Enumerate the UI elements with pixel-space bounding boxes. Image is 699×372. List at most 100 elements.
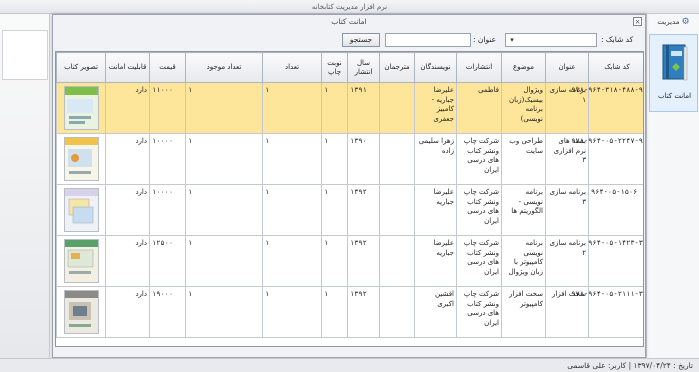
cell-isbn: ۹۷۸-۹۶۴-۳۱۸-۴۸۸-۹ — [571, 82, 643, 134]
book-cover-image — [63, 290, 99, 334]
table-row[interactable]: ۹۷۸-۹۶۴-۳۱۸-۴۸۸-۹ برنامه سازی ۱ ویژوال ب… — [56, 82, 643, 134]
cell-publisher: شرکت چاپ ونشر کتاب های درسی ایران — [456, 286, 502, 338]
cell-available: ۱ — [185, 133, 263, 185]
search-bar: کد شابک : ▾ عنوان : جستجو — [53, 31, 645, 49]
cell-subject: برنامه نویسی کامپیوتر با زبان ویژوال — [501, 235, 546, 287]
cell-cover — [56, 82, 106, 134]
book-lending-label: امانت کتاب — [657, 92, 692, 100]
cell-count: ۱ — [262, 82, 322, 134]
col-header-available[interactable]: تعداد موجود — [185, 52, 263, 83]
cell-publisher: شرکت چاپ ونشر کتاب های درسی ایران — [456, 184, 502, 236]
table-header-row: کد شابک عنوان موضوع انتشارات نویسندگان م… — [56, 52, 643, 83]
cell-isbn: ۹۶۴-۰۵-۱۴۲۳-۳ — [588, 235, 643, 287]
table-row[interactable]: ۹۷۸-۹۶۴-۰۵-۲۲۴۷-۹ بسته های نرم افزاری ۳ … — [56, 133, 643, 185]
cell-subject: برنامه نویسی - الگوریتم ها — [501, 184, 546, 236]
cell-cover — [56, 133, 106, 185]
cell-isbn: ۹۶۴-۰۵-۱۵۰۶ — [588, 184, 643, 236]
col-header-cover[interactable]: تصویر کتاب — [56, 52, 106, 83]
cell-lendable: دارد — [105, 82, 150, 134]
isbn-combo[interactable]: ▾ — [505, 33, 597, 47]
cell-cover — [56, 184, 106, 236]
book-cover-image — [63, 137, 99, 181]
cell-count: ۱ — [262, 286, 322, 338]
cell-translators — [379, 184, 415, 236]
cell-cover — [56, 286, 106, 338]
status-bar: تاریخ : ۱۳۹۷/۰۴/۲۴ | کاربر: علی قاسمی — [0, 358, 699, 372]
cell-authors: افشین اکبری — [414, 286, 457, 338]
cell-authors: علیرضا جباریه — [414, 184, 457, 236]
cell-year: ۱۳۹۰ — [347, 133, 380, 185]
cell-lendable: دارد — [105, 286, 150, 338]
cell-cover — [56, 235, 106, 287]
chevron-down-icon: ▾ — [510, 36, 514, 44]
cell-edition: ۱ — [321, 286, 348, 338]
col-header-price[interactable]: قیمت — [149, 52, 186, 83]
cell-publisher: شرکت چاپ ونشر کتاب های درسی ایران — [456, 133, 502, 185]
cell-edition: ۱ — [321, 184, 348, 236]
title-search-input[interactable] — [385, 33, 471, 47]
book-lending-dialog: امانت کتاب × کد شابک : ▾ عنوان : جستجو ک… — [52, 14, 646, 358]
close-icon[interactable]: × — [633, 17, 642, 26]
ribbon-panel: مدیریت ⚙ امانت کتاب — [646, 14, 699, 358]
cell-authors: زهرا سلیمی زاده — [414, 133, 457, 185]
cell-price: ۱۰۰۰۰ — [149, 133, 186, 185]
left-panel — [0, 14, 50, 358]
cell-title: بسته های نرم افزاری ۳ — [545, 133, 589, 185]
book-icon — [662, 44, 688, 81]
cell-year: ۱۳۹۲ — [347, 286, 380, 338]
book-lending-button[interactable]: امانت کتاب — [649, 34, 698, 112]
cell-translators — [379, 82, 415, 134]
col-header-year[interactable]: سال انتشار — [347, 52, 380, 83]
cell-count: ۱ — [262, 133, 322, 185]
gear-icon: ⚙ — [681, 17, 690, 27]
cell-year: ۱۳۹۱ — [347, 82, 380, 134]
table-row[interactable]: ۹۷۸-۹۶۴-۰۵-۲۱۱۱-۳ سخت افزار سخت افزار کا… — [56, 286, 643, 338]
cell-title: برنامه سازی ۲ — [545, 235, 589, 287]
cell-authors: علیرضا جباریه - کامبیز جعفری — [414, 82, 457, 134]
cell-year: ۱۳۹۲ — [347, 184, 380, 236]
cell-subject: ویژوال بیسیک(زبان برنامه نویسی) — [501, 82, 546, 134]
cell-edition: ۱ — [321, 133, 348, 185]
isbn-label: کد شابک : — [601, 35, 634, 44]
app-title-bar: نرم افزار مدیریت کتابخانه — [0, 0, 699, 14]
col-header-publisher[interactable]: انتشارات — [456, 52, 502, 83]
left-panel-tab[interactable] — [2, 30, 48, 80]
cell-available: ۱ — [185, 184, 263, 236]
cell-count: ۱ — [262, 184, 322, 236]
table-row[interactable]: ۹۶۴-۰۵-۱۴۲۳-۳ برنامه سازی ۲ برنامه نویسی… — [56, 235, 643, 287]
col-header-authors[interactable]: نویسندگان — [414, 52, 457, 83]
cell-subject: طراحی وب سایت — [501, 133, 546, 185]
col-header-isbn[interactable]: کد شابک — [588, 52, 643, 83]
cell-lendable: دارد — [105, 133, 150, 185]
books-table: کد شابک عنوان موضوع انتشارات نویسندگان م… — [56, 52, 643, 338]
app-title: نرم افزار مدیریت کتابخانه — [311, 3, 388, 11]
table-row[interactable]: ۹۶۴-۰۵-۱۵۰۶ برنامه سازی ۳ برنامه نویسی -… — [56, 184, 643, 236]
cell-price: ۱۰۰۰۰ — [149, 184, 186, 236]
search-button[interactable]: جستجو — [342, 33, 380, 47]
cell-available: ۱ — [185, 286, 263, 338]
col-header-lendable[interactable]: قابلیت امانت — [105, 52, 150, 83]
status-text: تاریخ : ۱۳۹۷/۰۴/۲۴ | کاربر: علی قاسمی — [567, 361, 693, 370]
col-header-count[interactable]: تعداد — [262, 52, 322, 83]
col-header-edition[interactable]: نوبت چاپ — [321, 52, 348, 83]
cell-translators — [379, 286, 415, 338]
col-header-subject[interactable]: موضوع — [501, 52, 546, 83]
cell-lendable: دارد — [105, 184, 150, 236]
cell-translators — [379, 133, 415, 185]
cell-authors: علیرضا جباریه — [414, 235, 457, 287]
ribbon-header[interactable]: مدیریت ⚙ — [647, 14, 699, 30]
cell-title: برنامه سازی ۳ — [545, 184, 589, 236]
cell-subject: سخت افزار کامپیوتر — [501, 286, 546, 338]
cell-price: ۱۹۰۰۰ — [149, 286, 186, 338]
book-cover-image — [63, 188, 99, 232]
cell-price: ۱۲۵۰۰ — [149, 235, 186, 287]
col-header-title[interactable]: عنوان — [545, 52, 589, 83]
dialog-title: امانت کتاب — [331, 17, 367, 26]
cell-lendable: دارد — [105, 235, 150, 287]
cell-publisher: فاطمی — [456, 82, 502, 134]
cell-edition: ۱ — [321, 82, 348, 134]
cell-publisher: شرکت چاپ ونشر کتاب های درسی ایران — [456, 235, 502, 287]
cell-edition: ۱ — [321, 235, 348, 287]
col-header-translators[interactable]: مترجمان — [379, 52, 415, 83]
title-label: عنوان : — [473, 35, 497, 44]
